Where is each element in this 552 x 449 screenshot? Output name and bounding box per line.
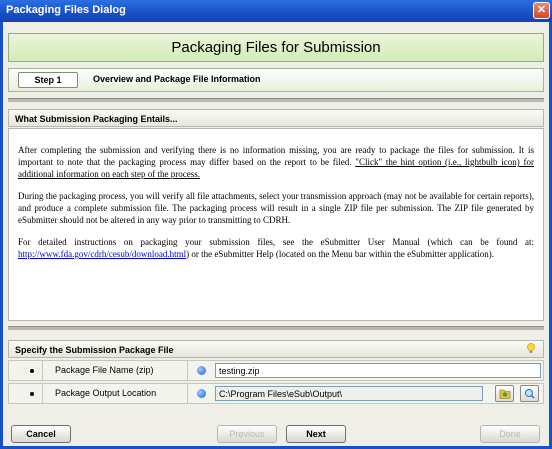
folder-icon [499,389,511,399]
package-output-location-label: Package Output Location [55,388,157,398]
overview-paragraph-1: After completing the submission and veri… [18,145,534,179]
package-output-location-input[interactable]: C:\Program Files\eSub\Output\ [215,386,483,401]
overview-heading: What Submission Packaging Entails... [15,114,178,124]
window-title: Packaging Files Dialog [6,4,126,16]
done-button[interactable]: Done [480,425,540,443]
bullet-icon [30,392,34,396]
required-indicator-icon [197,366,206,375]
magnifier-folder-icon [525,389,535,399]
page-title: Packaging Files for Submission [8,33,544,62]
overview-content: After completing the submission and veri… [8,128,544,321]
section-separator [8,326,544,330]
bullet-icon [30,369,34,373]
section-separator [8,98,544,102]
overview-paragraph-3: For detailed instructions on packaging y… [18,237,534,259]
package-file-name-row: Package File Name (zip) testing.zip [8,360,544,381]
next-button[interactable]: Next [286,425,346,443]
open-location-button[interactable] [520,385,539,402]
user-manual-link[interactable]: http://www.fda.gov/cdrh/cesub/download.h… [18,249,186,259]
overview-section-header: What Submission Packaging Entails... [8,109,544,127]
step-indicator: Step 1 [18,72,78,88]
step-label: Overview and Package File Information [93,74,261,84]
browse-folder-button[interactable] [495,385,514,402]
lightbulb-icon[interactable] [527,343,535,354]
overview-paragraph-2: During the packaging process, you will v… [18,191,534,225]
package-output-location-row: Package Output Location C:\Program Files… [8,383,544,404]
cancel-button[interactable]: Cancel [11,425,71,443]
close-button[interactable]: ✕ [533,2,550,19]
package-heading: Specify the Submission Package File [15,345,174,355]
required-indicator-icon [197,389,206,398]
package-section-header: Specify the Submission Package File [8,340,544,358]
step-bar: Step 1 Overview and Package File Informa… [8,68,544,92]
window-titlebar: Packaging Files Dialog ✕ [0,0,552,22]
package-file-name-input[interactable]: testing.zip [215,363,541,378]
close-icon: ✕ [536,4,547,16]
package-file-name-label: Package File Name (zip) [55,365,154,375]
previous-button[interactable]: Previous [217,425,277,443]
